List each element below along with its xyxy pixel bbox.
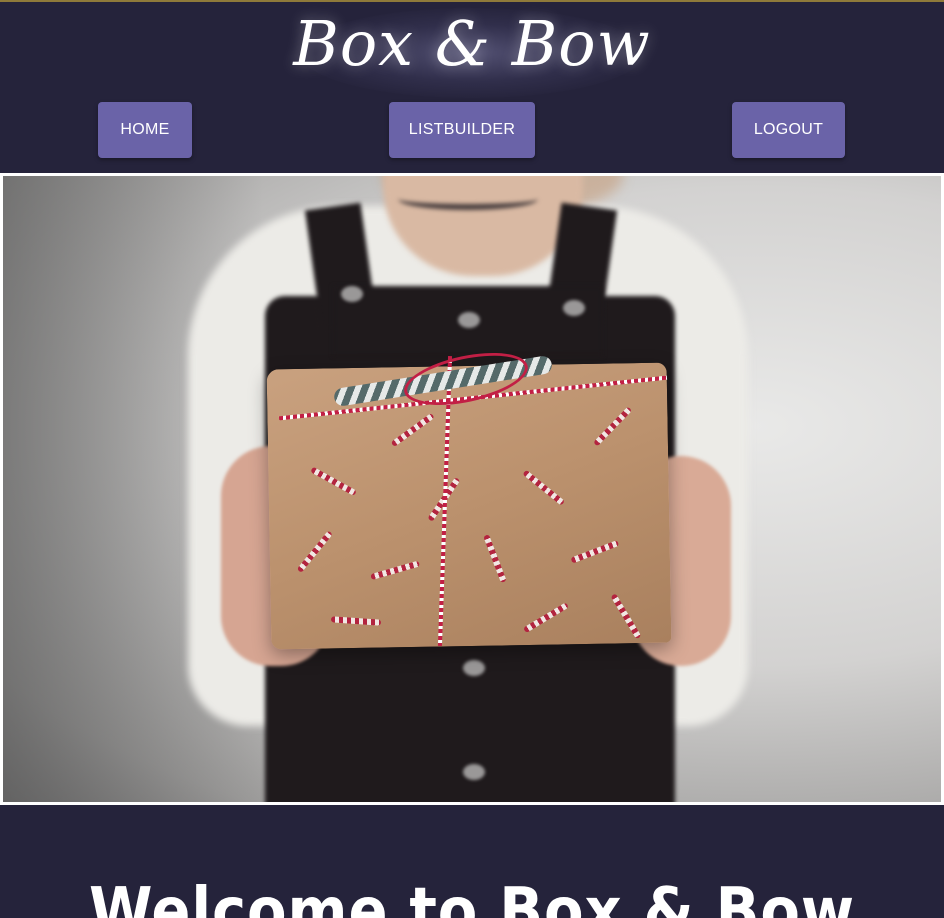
candy-cane-pattern <box>610 593 642 640</box>
hero-image <box>3 176 941 802</box>
nav-logout-button[interactable]: LOGOUT <box>732 102 845 158</box>
candy-cane-pattern <box>330 616 382 626</box>
photo-button <box>458 312 480 328</box>
candy-cane-pattern <box>296 530 333 574</box>
candy-cane-pattern <box>310 466 357 497</box>
nav-listbuilder-button[interactable]: LISTBUILDER <box>389 102 535 158</box>
photo-button <box>463 764 485 780</box>
candy-cane-pattern <box>483 534 507 583</box>
photo-choker <box>398 188 538 210</box>
gift-box <box>266 362 672 650</box>
site-header: Box & Bow HOME LISTBUILDER LOGOUT <box>0 2 944 173</box>
photo-button <box>463 660 485 676</box>
candy-cane-pattern <box>570 540 620 564</box>
candy-cane-pattern <box>522 469 566 506</box>
candy-cane-pattern <box>522 602 569 634</box>
candy-cane-pattern <box>593 406 633 447</box>
hero-image-frame <box>0 173 944 805</box>
candy-cane-pattern <box>390 412 435 448</box>
photo-button <box>341 286 363 302</box>
page: Box & Bow HOME LISTBUILDER LOGOUT Welcom… <box>0 0 944 918</box>
nav-home-button[interactable]: HOME <box>98 102 192 158</box>
photo-button <box>563 300 585 316</box>
welcome-heading: Welcome to Box & Bow <box>89 874 855 918</box>
candy-cane-pattern <box>370 560 420 581</box>
site-logo[interactable]: Box & Bow <box>0 8 944 80</box>
